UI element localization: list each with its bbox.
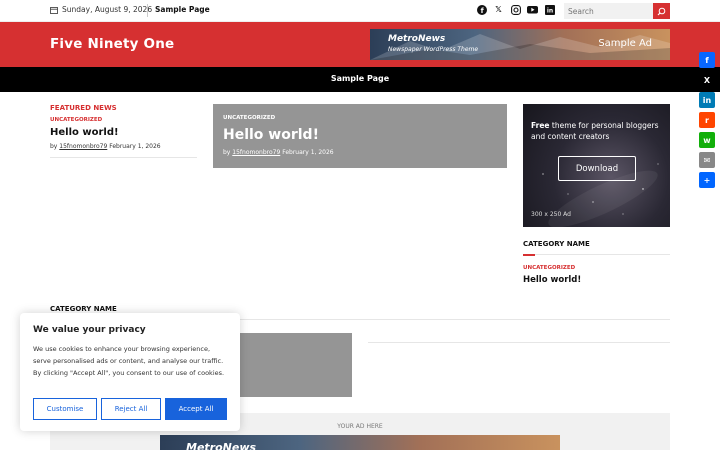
hero-post[interactable]: UNCATEGORIZED Hello world! by 15fnomonbr… (213, 104, 507, 168)
meta-by: by (223, 149, 231, 156)
cookie-consent-dialog: We value your privacy We use cookies to … (20, 313, 240, 431)
cookie-title: We value your privacy (33, 325, 146, 335)
calendar-icon (50, 6, 58, 14)
search-icon (657, 7, 666, 15)
date-text: Sunday, August 9, 2026 (62, 5, 153, 14)
post-date: February 1, 2026 (109, 143, 161, 150)
bottom-ad-banner[interactable]: MetroNews (160, 435, 560, 450)
main-nav: Sample Page (0, 67, 720, 92)
facebook-icon[interactable]: f (476, 4, 487, 15)
search-input[interactable] (564, 3, 653, 19)
accept-all-button[interactable]: Accept All (165, 398, 227, 420)
ad-brand: MetroNews (186, 441, 257, 450)
sidebar-category-title: CATEGORY NAME (523, 240, 590, 248)
ad-tagline: Newspaper WordPress Theme (388, 46, 479, 53)
cookie-buttons: Customise Reject All Accept All (33, 398, 227, 420)
social-links: f 𝕏 in (476, 4, 555, 15)
divider (147, 4, 148, 17)
sidebar-post-title[interactable]: Hello world! (523, 275, 581, 285)
meta-by: by (50, 143, 58, 150)
x-icon[interactable]: X (699, 72, 715, 88)
download-button[interactable]: Download (558, 156, 636, 181)
instagram-icon[interactable] (510, 4, 521, 15)
featured-category[interactable]: UNCATEGORIZED (50, 117, 102, 123)
divider (523, 254, 670, 256)
ad-brand: MetroNews (388, 34, 446, 44)
svg-text:in: in (546, 7, 552, 14)
sidebar-ad-text: Free theme for personal bloggers and con… (531, 121, 659, 141)
sidebar-post-category[interactable]: UNCATEGORIZED (523, 265, 575, 271)
lower-category-title: CATEGORY NAME (50, 305, 117, 313)
linkedin-icon[interactable]: in (544, 4, 555, 15)
share-icon[interactable]: + (699, 172, 715, 188)
nav-item-sample-page[interactable]: Sample Page (0, 74, 720, 83)
x-icon[interactable]: 𝕏 (493, 4, 504, 15)
date-display: Sunday, August 9, 2026 (50, 5, 152, 14)
ad-label: Sample Ad (598, 38, 652, 49)
post-date: February 1, 2026 (282, 149, 334, 156)
whatsapp-icon[interactable]: w (699, 132, 715, 148)
featured-post-title[interactable]: Hello world! (50, 127, 119, 138)
featured-post-meta: by 15fnomonbro79 February 1, 2026 (50, 143, 161, 150)
hero-category[interactable]: UNCATEGORIZED (223, 115, 275, 121)
top-bar: Sunday, August 9, 2026 Sample Page f 𝕏 i… (0, 0, 720, 22)
email-icon[interactable]: ✉ (699, 152, 715, 168)
site-title[interactable]: Five Ninety One (50, 36, 174, 52)
top-link-sample-page[interactable]: Sample Page (155, 5, 210, 14)
author-link[interactable]: 15fnomonbro79 (59, 143, 107, 150)
sidebar-ad[interactable]: Free theme for personal bloggers and con… (523, 104, 670, 227)
youtube-icon[interactable] (527, 4, 538, 15)
hero-post-title[interactable]: Hello world! (223, 127, 319, 143)
divider-accent (523, 254, 535, 256)
divider (50, 157, 197, 158)
search-button[interactable] (653, 3, 670, 19)
header-ad-banner[interactable]: MetroNews Newspaper WordPress Theme Samp… (370, 29, 670, 60)
linkedin-icon[interactable]: in (699, 92, 715, 108)
ad-size-label: 300 x 250 Ad (531, 211, 571, 218)
reddit-icon[interactable]: r (699, 112, 715, 128)
featured-news-label: FEATURED NEWS (50, 104, 117, 112)
share-bar: f Xin r w ✉ + (699, 52, 717, 188)
facebook-icon[interactable]: f (699, 52, 715, 68)
cookie-description: We use cookies to enhance your browsing … (33, 345, 225, 377)
divider (368, 342, 670, 343)
hero-post-meta: by 15fnomonbro79 February 1, 2026 (223, 149, 334, 156)
reject-all-button[interactable]: Reject All (101, 398, 161, 420)
site-header: Five Ninety One MetroNews Newspaper Word… (0, 22, 720, 67)
customise-button[interactable]: Customise (33, 398, 97, 420)
author-link[interactable]: 15fnomonbro79 (232, 149, 280, 156)
